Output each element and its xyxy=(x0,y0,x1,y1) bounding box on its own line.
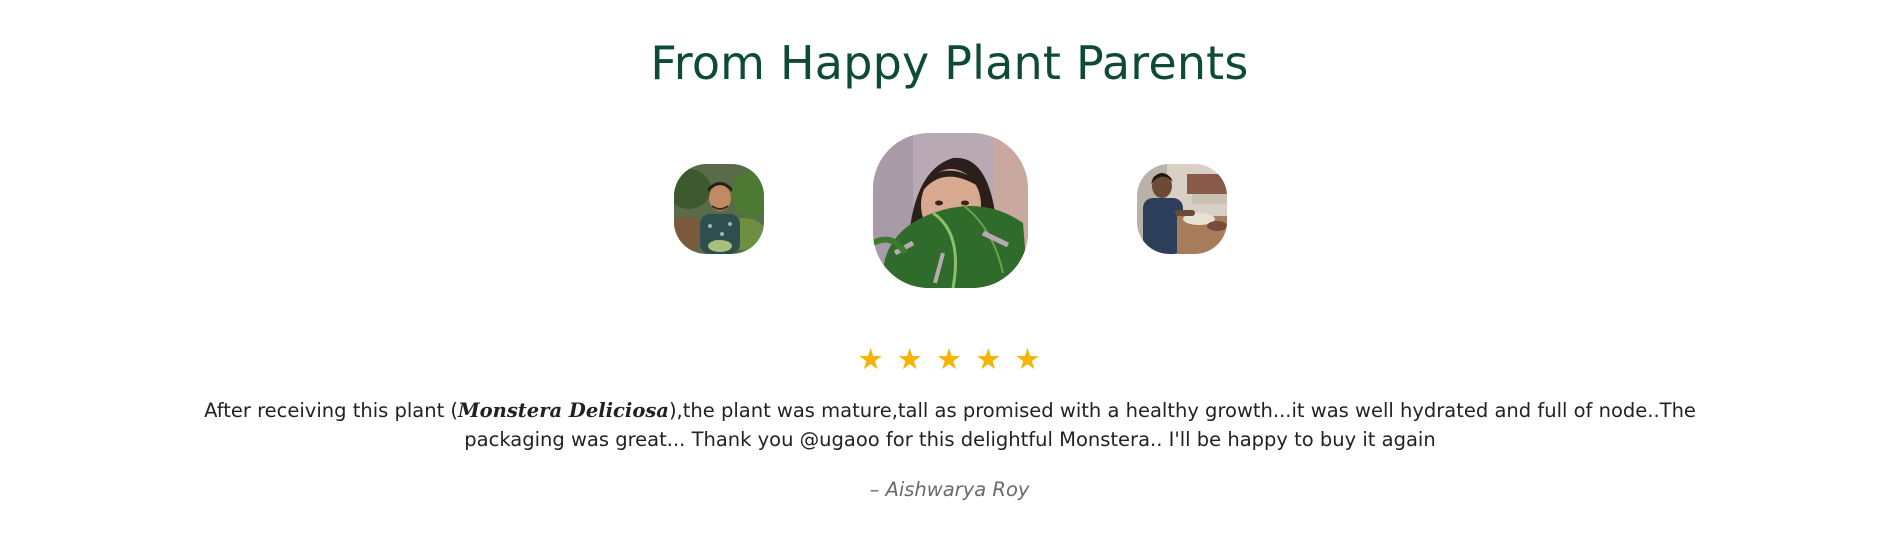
review-author: – Aishwarya Roy xyxy=(869,478,1030,501)
reviewer-photo-center xyxy=(873,133,1028,288)
review-text: After receiving this plant (Monstera Del… xyxy=(195,396,1705,454)
star-rating: ★ ★ ★ ★ ★ xyxy=(0,344,1899,374)
review-plant-name: Monstera Deliciosa xyxy=(458,399,669,422)
testimonials-section: From Happy Plant Parents ★ ★ ★ ★ ★ After… xyxy=(0,0,1899,549)
reviewer-photo-right xyxy=(1137,164,1227,254)
reviewer-avatar-left[interactable] xyxy=(674,164,764,254)
section-title: From Happy Plant Parents xyxy=(650,36,1249,90)
reviewer-avatar-carousel xyxy=(0,133,1899,288)
reviewer-avatar-right[interactable] xyxy=(1137,164,1227,254)
reviewer-avatar-center[interactable] xyxy=(873,133,1028,288)
review-text-before: After receiving this plant ( xyxy=(204,399,459,422)
star-icon: ★ xyxy=(975,342,1003,376)
star-icon: ★ xyxy=(896,342,924,376)
star-icon: ★ xyxy=(936,342,963,376)
star-icon: ★ xyxy=(857,342,885,376)
reviewer-photo-left xyxy=(674,164,764,254)
star-icon: ★ xyxy=(1014,342,1042,376)
